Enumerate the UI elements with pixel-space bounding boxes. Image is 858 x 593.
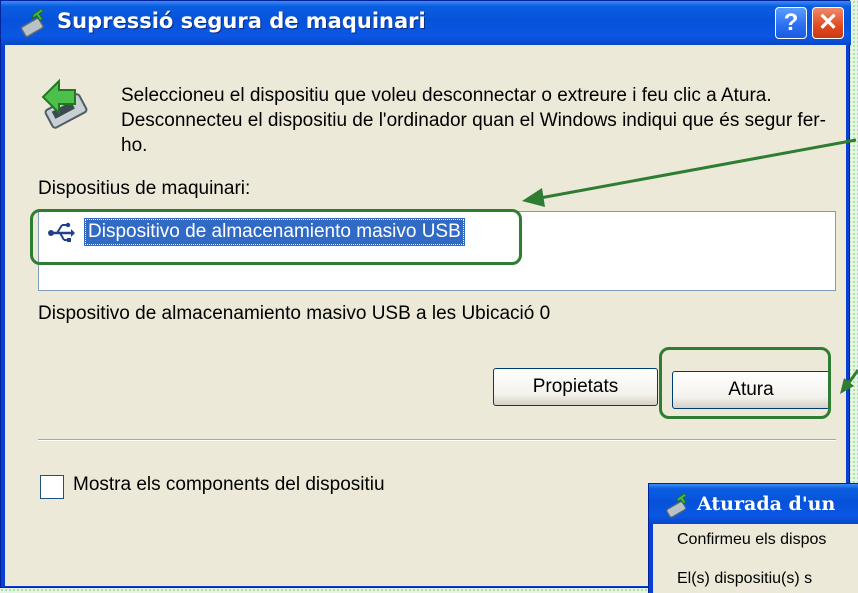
help-button[interactable]: ? bbox=[775, 7, 807, 39]
stop-device-body: Confirmeu els dispos El(s) dispositiu(s)… bbox=[653, 524, 858, 593]
safely-remove-hardware-icon bbox=[41, 78, 88, 129]
stop-device-title-bar[interactable]: Aturada d'un bbox=[649, 484, 858, 524]
close-button[interactable]: ✕ bbox=[812, 7, 844, 39]
stop-button-highlight-box bbox=[659, 347, 831, 419]
show-components-checkbox[interactable] bbox=[40, 475, 64, 499]
safely-remove-hardware-icon bbox=[666, 494, 688, 518]
divider bbox=[38, 439, 836, 441]
instructions-text: Seleccioneu el dispositiu que voleu desc… bbox=[121, 85, 826, 156]
devices-status-text: El(s) dispositiu(s) s bbox=[677, 570, 813, 587]
stop-device-title: Aturada d'un bbox=[697, 493, 836, 515]
window-title: Supressió segura de maquinari bbox=[57, 9, 426, 33]
hardware-devices-label: Dispositius de maquinari: bbox=[38, 178, 251, 199]
device-highlight-box bbox=[30, 209, 522, 265]
device-location-text: Dispositivo de almacenamiento masivo USB… bbox=[38, 303, 551, 324]
properties-button[interactable]: Propietats bbox=[493, 368, 658, 406]
show-components-label[interactable]: Mostra els components del dispositiu bbox=[73, 474, 385, 496]
title-bar[interactable]: Supressió segura de maquinari ? ✕ bbox=[1, 1, 851, 45]
stop-device-dialog: Aturada d'un Confirmeu els dispos El(s) … bbox=[648, 483, 858, 593]
confirm-devices-text: Confirmeu els dispos bbox=[677, 531, 827, 548]
safely-remove-hardware-icon bbox=[20, 9, 44, 37]
